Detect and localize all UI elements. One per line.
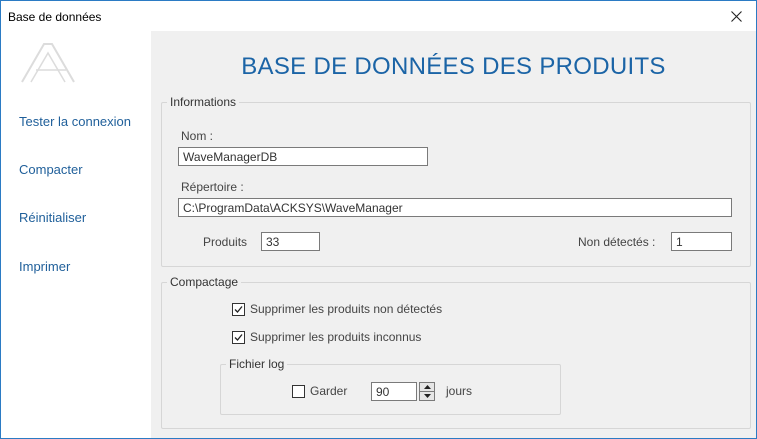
- keep-log-label: Garder: [310, 384, 348, 398]
- directory-label: Répertoire :: [181, 180, 244, 194]
- compactage-legend: Compactage: [170, 275, 239, 289]
- page-title: BASE DE DONNÉES DES PRODUITS: [241, 53, 666, 80]
- checkmark-icon: [234, 306, 243, 313]
- days-spinner: [419, 382, 435, 401]
- sidebar: Tester la connexion Compacter Réinitiali…: [1, 31, 151, 438]
- close-button[interactable]: [716, 1, 756, 31]
- title-bar: Base de données: [1, 1, 756, 31]
- arrow-down-icon: [423, 394, 431, 398]
- spin-down-button[interactable]: [420, 391, 434, 400]
- logo-icon: [21, 43, 75, 83]
- close-icon: [730, 10, 742, 22]
- informations-group: Informations: [161, 95, 751, 267]
- delete-unknown-checkbox[interactable]: [232, 331, 245, 344]
- delete-unknown-label: Supprimer les produits inconnus: [250, 330, 422, 344]
- sidebar-item-test-connection[interactable]: Tester la connexion: [19, 114, 131, 129]
- sidebar-item-reset[interactable]: Réinitialiser: [19, 210, 86, 225]
- database-dialog: Base de données Tester la connexion Comp…: [0, 0, 757, 439]
- products-label: Produits: [203, 235, 248, 249]
- not-detected-label: Non détectés :: [578, 235, 656, 249]
- sidebar-item-print[interactable]: Imprimer: [19, 259, 70, 274]
- products-count-field[interactable]: [261, 232, 320, 251]
- checkmark-icon: [234, 334, 243, 341]
- main-panel: BASE DE DONNÉES DES PRODUITS Information…: [151, 31, 756, 438]
- log-file-legend: Fichier log: [229, 357, 285, 371]
- directory-field[interactable]: [178, 198, 732, 217]
- delete-undetected-checkbox[interactable]: [232, 303, 245, 316]
- delete-undetected-label: Supprimer les produits non détectés: [250, 302, 443, 316]
- spin-up-button[interactable]: [420, 383, 434, 391]
- days-input[interactable]: [371, 382, 417, 401]
- not-detected-count-field[interactable]: [671, 232, 732, 251]
- sidebar-item-compact[interactable]: Compacter: [19, 162, 83, 177]
- name-field[interactable]: [178, 147, 428, 166]
- arrow-up-icon: [423, 385, 431, 389]
- keep-log-checkbox[interactable]: [292, 385, 305, 398]
- name-label: Nom :: [181, 129, 214, 143]
- days-unit-label: jours: [446, 384, 473, 398]
- informations-legend: Informations: [170, 95, 237, 109]
- window-title: Base de données: [8, 10, 102, 24]
